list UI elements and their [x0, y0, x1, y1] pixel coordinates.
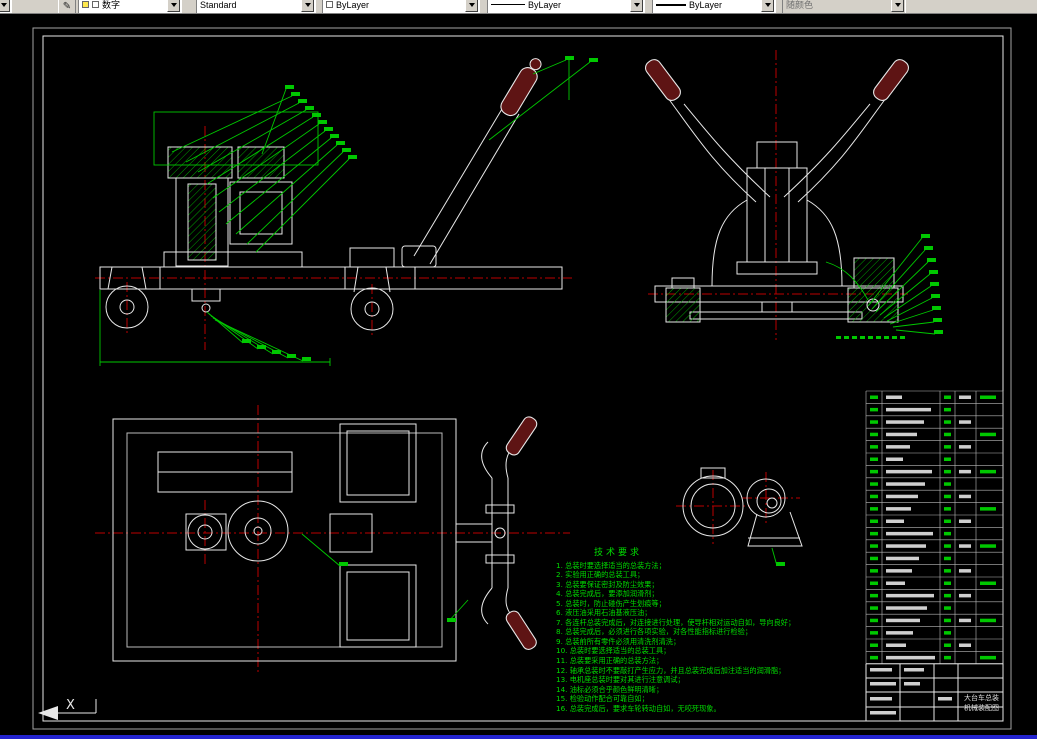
- linetype-combo-value: ByLayer: [528, 0, 562, 10]
- dropdown-arrow-icon[interactable]: [761, 0, 774, 12]
- technical-requirements: 技术要求 1. 总装时要选择适当的总装方法； 2. 实验用正确的总装工具； 3. 总…: [556, 548, 816, 714]
- dropdown-arrow-icon[interactable]: [301, 0, 314, 12]
- front-view: [644, 50, 910, 340]
- ucs-x-label: X: [66, 698, 75, 713]
- tech-requirement-item: 7. 各连杆总装完成后，对连接进行处理，使导杆相对运动自如，导向良好；: [556, 617, 796, 627]
- tech-requirement-item: 6. 液压油采用石油基液压油；: [556, 608, 652, 618]
- tech-requirement-item: 16. 总装完成后，要求车轮转动自如，无咬死现象。: [556, 703, 721, 713]
- plot-style-combo[interactable]: 随颜色: [782, 0, 906, 13]
- dropdown-arrow-icon[interactable]: [630, 0, 643, 12]
- text-style-value: Standard: [200, 0, 237, 10]
- tech-requirement-item: 11. 总装要采用正确的总装方法；: [556, 656, 664, 666]
- tech-requirement-item: 8. 总装完成后，必须进行各项实验，对各性能指标进行检验；: [556, 627, 753, 637]
- drawing-subtitle: 机械装配图: [964, 704, 999, 712]
- plan-view: [95, 405, 570, 675]
- color-combo[interactable]: ByLayer: [322, 0, 480, 13]
- tech-requirement-item: 2. 实验用正确的总装工具；: [556, 570, 645, 580]
- tech-requirement-item: 15. 检验动作配合可靠自如；: [556, 694, 649, 704]
- side-view: [95, 58, 572, 366]
- ucs-icon: X: [38, 698, 97, 720]
- handle-grip: [505, 416, 538, 456]
- tech-requirements-list: 1. 总装时要选择适当的总装方法； 2. 实验用正确的总装工具； 3. 总装要保证密…: [556, 561, 816, 714]
- handle-grip: [505, 610, 537, 650]
- tech-requirements-title: 技术要求: [594, 548, 643, 558]
- tech-requirement-item: 9. 总装前所有零件必须用清洗剂清洗；: [556, 636, 681, 646]
- model-space-canvas[interactable]: X 技术要求 1. 总装时要选择适当的总装方法； 2. 实验用正确的总装工具； 3.…: [0, 14, 1037, 735]
- handle-grip: [644, 59, 681, 101]
- dropdown-arrow-icon[interactable]: [465, 0, 478, 12]
- dropdown-arrow-icon[interactable]: [167, 0, 180, 12]
- tech-requirement-item: 14. 油标必须合乎颜色鲜明清晰；: [556, 684, 664, 694]
- tech-requirement-item: 13. 电机座总装时要对其进行注意调试；: [556, 675, 685, 685]
- handle-grip: [873, 59, 910, 101]
- linetype-sample-icon: [491, 4, 525, 5]
- layer-combo[interactable]: 数字: [78, 0, 182, 13]
- tech-requirement-item: 5. 总装时，防止碰伤产生划痕等；: [556, 598, 666, 608]
- text-style-combo[interactable]: Standard: [196, 0, 316, 13]
- color-combo-value: ByLayer: [336, 0, 370, 10]
- lineweight-combo-value: ByLayer: [689, 0, 723, 10]
- layer-color-swatch-icon: [92, 1, 99, 8]
- dropdown-arrow-icon[interactable]: [0, 0, 10, 12]
- docked-combo-fragment[interactable]: [0, 0, 12, 13]
- lineweight-combo[interactable]: ByLayer: [652, 0, 776, 13]
- title-block-text: 大台车总装 机械装配图: [959, 693, 1004, 713]
- handle-grip: [500, 58, 542, 117]
- tech-requirement-item: 10. 总装时要选择适当的总装工具；: [556, 646, 671, 656]
- current-color-swatch-icon: [326, 1, 333, 8]
- drawing-viewport[interactable]: X: [0, 14, 1037, 735]
- drawing-title: 大台车总装: [964, 694, 999, 702]
- layer-on-icon: [82, 1, 89, 8]
- linetype-combo[interactable]: ByLayer: [487, 0, 645, 13]
- tech-requirement-item: 4. 总装完成后，要添加润滑剂；: [556, 589, 659, 599]
- plot-style-value: 随颜色: [786, 0, 814, 10]
- lineweight-sample-icon: [656, 3, 686, 6]
- properties-toolbar: ✎ 数字 Standard ByLayer ByLayer ByLayer 随颜…: [0, 0, 1037, 14]
- pencil-icon: ✎: [62, 1, 72, 12]
- tech-requirement-item: 3. 总装要保证密封及防尘效果；: [556, 579, 659, 589]
- parts-table: [865, 390, 1004, 721]
- ucs-arrow-icon: [38, 706, 58, 720]
- detail-view-pump: [676, 467, 803, 547]
- layer-combo-value: 数字: [102, 0, 121, 10]
- tech-requirement-item: 1. 总装时要选择适当的总装方法；: [556, 560, 666, 570]
- make-layer-current-button[interactable]: ✎: [58, 0, 76, 13]
- tech-requirement-item: 12. 轴承总装时不要敲打产生应力，并且总装完成后加注适当的润滑脂；: [556, 665, 786, 675]
- command-window-edge[interactable]: [0, 735, 1037, 739]
- dropdown-arrow-icon[interactable]: [891, 0, 904, 12]
